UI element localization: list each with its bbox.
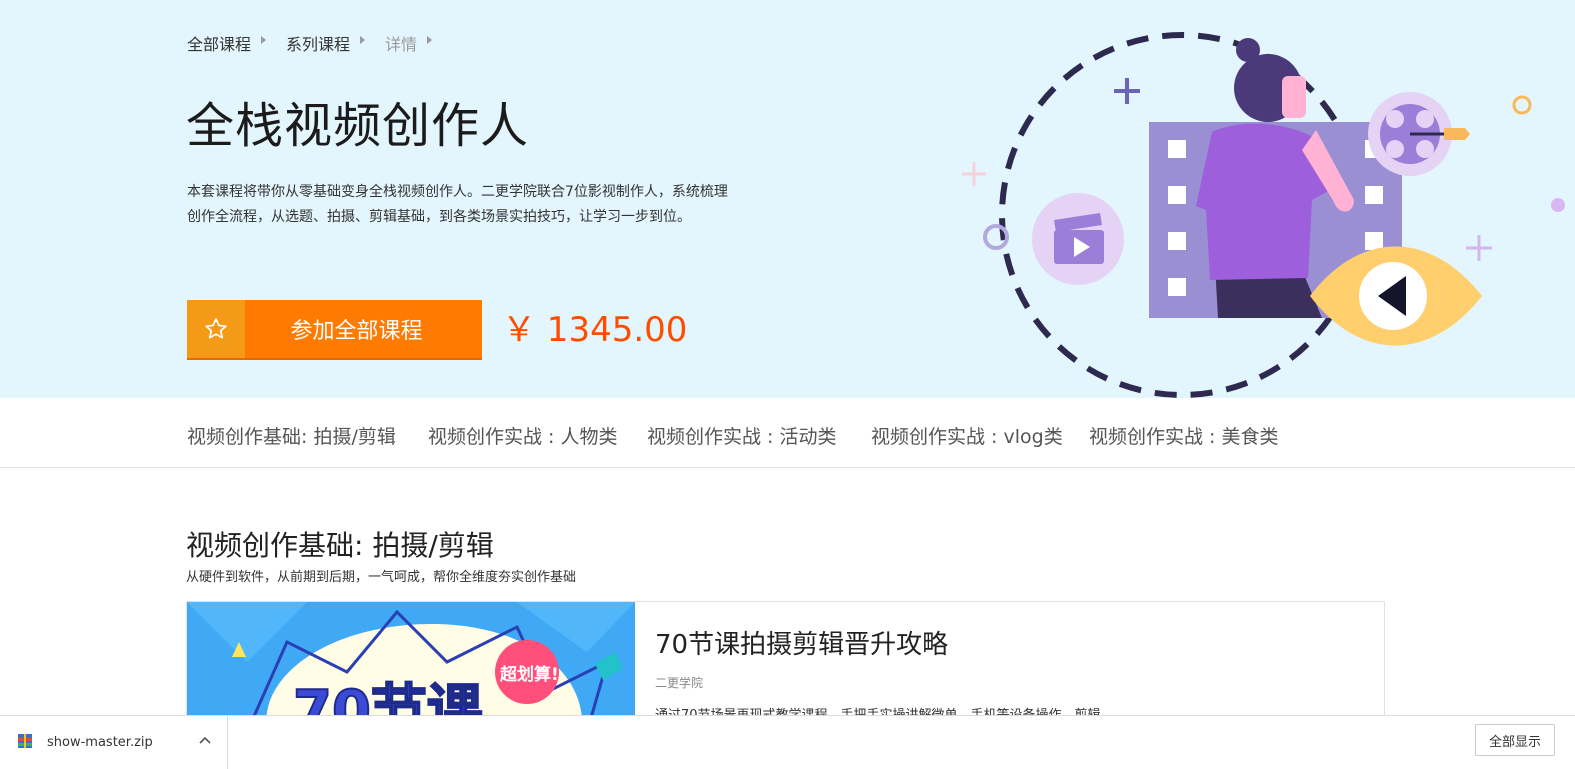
- clapperboard-video-icon: [1032, 193, 1124, 285]
- plus-icon: [1466, 235, 1492, 261]
- breadcrumb-label: 全部课程: [187, 35, 252, 54]
- zip-file-icon: [18, 734, 32, 748]
- course-card-title[interactable]: 70节课拍摄剪辑晋升攻略: [655, 624, 948, 661]
- show-all-button[interactable]: 全部显示: [1475, 724, 1555, 756]
- section-title: 视频创作基础: 拍摄/剪辑: [186, 529, 494, 562]
- tab-basics[interactable]: 视频创作基础: 拍摄/剪辑: [187, 422, 396, 449]
- breadcrumb-item-detail: 详情: [385, 31, 433, 55]
- download-bar: show-master.zip 全部显示: [0, 715, 1575, 769]
- tab-people[interactable]: 视频创作实战 : 人物类: [428, 422, 617, 449]
- plus-icon: [1114, 78, 1140, 104]
- download-file-name: show-master.zip: [47, 735, 153, 750]
- course-thumbnail[interactable]: 70节课 超划算!: [187, 602, 635, 720]
- tab-food[interactable]: 视频创作实战 : 美食类: [1089, 422, 1278, 449]
- course-card[interactable]: 70节课 超划算! 70节课拍摄剪辑晋升攻略 二更学院 通过70节场景再现式教学…: [186, 601, 1385, 721]
- breadcrumb-item-all-courses[interactable]: 全部课程: [187, 31, 267, 55]
- plus-icon: [962, 162, 986, 186]
- hero-illustration: [962, 32, 1565, 398]
- download-item[interactable]: show-master.zip: [0, 716, 228, 769]
- tab-vlog[interactable]: 视频创作实战 : vlog类: [871, 422, 1063, 449]
- star-icon: [187, 300, 245, 358]
- breadcrumb-label: 系列课程: [286, 35, 351, 54]
- section-subtitle: 从硬件到软件，从前期到后期，一气呵成，帮你全维度夯实创作基础: [186, 570, 577, 585]
- thumbnail-badge: 超划算!: [500, 664, 559, 685]
- film-reel-icon: [1368, 92, 1470, 176]
- caret-right-icon: [261, 36, 267, 44]
- course-thumbnail-art: 70节课 超划算!: [187, 602, 635, 720]
- ring-decoration: [1512, 95, 1532, 115]
- join-button-label: 参加全部课程: [290, 318, 423, 343]
- course-title: 全栈视频创作人: [186, 98, 530, 154]
- course-price: ￥ 1345.00: [502, 310, 688, 350]
- join-all-courses-button[interactable]: 参加全部课程: [187, 300, 482, 360]
- course-description: 本套课程将带你从零基础变身全栈视频创作人。二更学院联合7位影视制作人，系统梳理创…: [187, 184, 728, 225]
- chevron-up-icon[interactable]: [196, 732, 214, 750]
- course-card-org: 二更学院: [655, 676, 704, 690]
- dot-decoration: [1551, 198, 1565, 212]
- breadcrumb-label: 详情: [385, 35, 418, 54]
- caret-right-icon: [360, 36, 366, 44]
- course-tabs: 视频创作基础: 拍摄/剪辑 视频创作实战 : 人物类 视频创作实战 : 活动类 …: [0, 398, 1575, 468]
- breadcrumb-item-series[interactable]: 系列课程: [286, 31, 366, 55]
- breadcrumb: 全部课程 系列课程 详情: [187, 31, 452, 55]
- hero-banner: 全部课程 系列课程 详情 全栈视频创作人 本套课程将带你从零基础变身全栈视频创作…: [0, 0, 1575, 398]
- caret-right-icon: [427, 36, 433, 44]
- tab-events[interactable]: 视频创作实战 : 活动类: [647, 422, 836, 449]
